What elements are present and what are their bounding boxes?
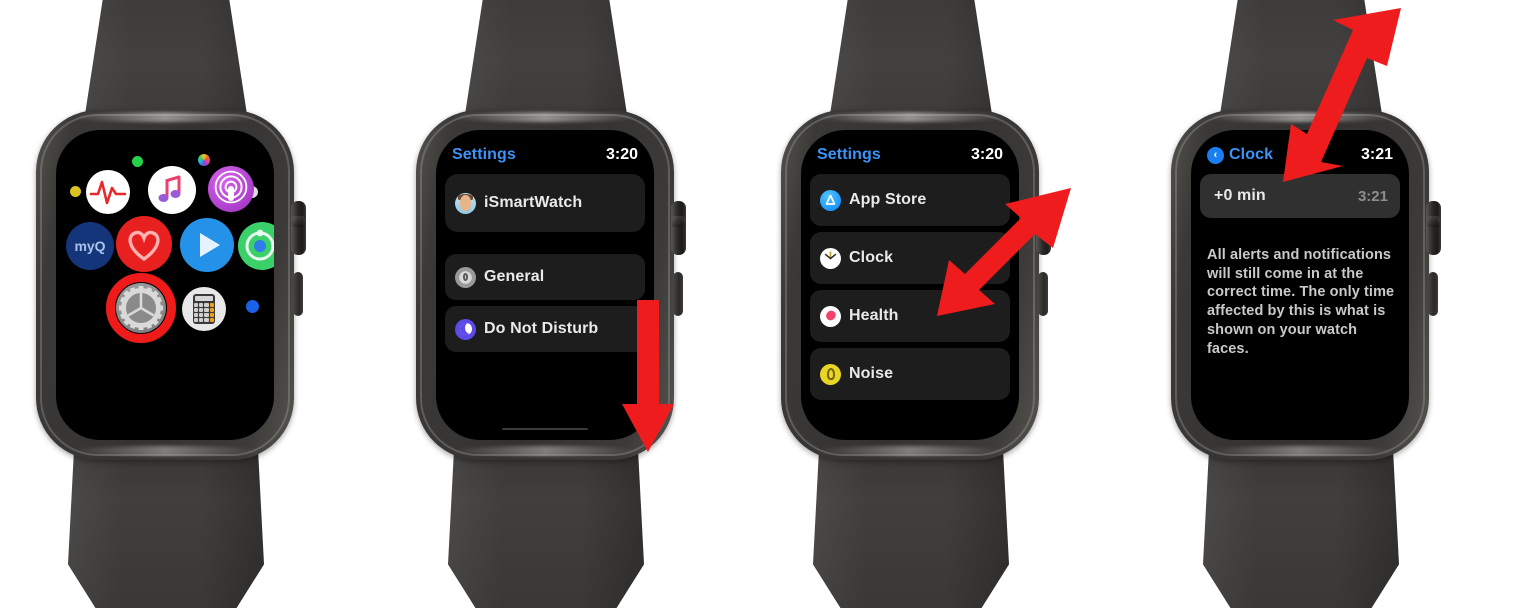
list-item-clock[interactable]: Clock [810,232,1010,284]
digital-crown-groove [672,216,685,227]
watch-screen: Settings 3:20 App Store Clock Health Noi… [801,130,1019,440]
digital-crown[interactable] [1036,201,1051,255]
watch-band-bottom-shading [1203,452,1399,608]
page-title-label: Clock [1229,146,1274,163]
digital-crown-groove [1427,216,1440,227]
tutorial-screenshot: myQ Settings 3:20 iSmartWatch General Do… [0,0,1536,608]
page-title: Settings [452,146,516,163]
status-bar: Settings 3:20 [801,144,1019,166]
watch-case-bottom-highlight [815,446,1005,456]
digital-crown-groove [1037,216,1050,227]
find-people-app-icon[interactable] [238,222,274,270]
watch-case-bottom-highlight [70,446,260,456]
calculator-body [192,294,216,324]
list-item-label: Clock [849,249,894,266]
list-item-health[interactable]: Health [810,290,1010,342]
status-clock: 3:20 [605,146,638,163]
side-button[interactable] [1038,272,1048,316]
watch-band-bottom-shading [68,452,264,608]
watch-case-top-highlight [1205,112,1395,122]
do-not-disturb-icon [455,318,476,340]
list-item-label: Health [849,307,899,324]
watch-clock-settings: ‹ Clock 3:21 +0 min 3:21 All alerts and … [1135,0,1465,608]
app-grid: myQ [56,130,274,440]
back-chevron-icon[interactable]: ‹ [1207,146,1224,164]
ecg-app-icon[interactable] [86,170,130,214]
watch-band-bottom-shading [813,452,1009,608]
reminders-app-icon[interactable] [70,186,81,197]
health-icon [820,305,841,327]
side-button[interactable] [293,272,303,316]
myq-app-icon[interactable]: myQ [66,222,114,270]
svg-text:myQ: myQ [74,238,105,254]
side-button[interactable] [1428,272,1438,316]
music-app-icon[interactable] [148,166,196,214]
digital-crown[interactable] [291,201,306,255]
general-gear-icon [455,266,476,288]
watch-settings-list-2: Settings 3:20 App Store Clock Health Noi… [745,0,1075,608]
digital-crown[interactable] [1426,201,1441,255]
list-item-general[interactable]: General [445,254,645,300]
calculator-display [194,296,214,302]
list-item-value: 3:21 [1357,187,1388,205]
side-button[interactable] [673,272,683,316]
settings-list: iSmartWatch General Do Not Disturb [445,174,645,440]
watch-home-screen: myQ [0,0,330,608]
clock-icon [820,247,841,269]
status-bar: ‹ Clock 3:21 [1191,144,1409,166]
list-item-label: iSmartWatch [484,194,583,211]
digital-crown-groove [292,216,305,227]
now-playing-app-icon[interactable] [180,218,234,272]
list-item-time-offset[interactable]: +0 min 3:21 [1200,174,1400,218]
photos-app-icon[interactable] [198,154,210,166]
list-item-ismartwatch[interactable]: iSmartWatch [445,174,645,232]
digital-crown[interactable] [671,201,686,255]
podcasts-app-icon[interactable] [208,166,254,212]
heart-rate-app-icon[interactable] [116,216,172,272]
list-item-label: Do Not Disturb [484,320,599,337]
settings-app-icon[interactable] [116,283,166,333]
watch-settings-list-1: Settings 3:20 iSmartWatch General Do Not… [380,0,710,608]
status-bar: Settings 3:20 [436,144,654,166]
noise-icon [820,363,841,385]
description-text: All alerts and notifications will still … [1207,247,1395,357]
page-title: ‹ Clock [1207,146,1273,164]
watch-case-top-highlight [70,112,260,122]
watch-screen: Settings 3:20 iSmartWatch General Do Not… [436,130,654,440]
page-title: Settings [817,146,881,163]
watch-band-bottom-shading [448,452,644,608]
watch-case-bottom-highlight [1205,446,1395,456]
list-item-label: Noise [849,365,894,382]
status-clock: 3:20 [970,146,1003,163]
list-item-do-not-disturb[interactable]: Do Not Disturb [445,306,645,352]
calculator-keys [194,303,214,322]
podcasts-small-dot-icon[interactable] [246,300,259,313]
settings-list: App Store Clock Health Noise [810,174,1010,440]
avatar-icon [455,192,476,214]
list-item-noise[interactable]: Noise [810,348,1010,400]
watch-screen: ‹ Clock 3:21 +0 min 3:21 All alerts and … [1191,130,1409,440]
watch-case-bottom-highlight [450,446,640,456]
watch-case-top-highlight [815,112,1005,122]
app-store-icon [820,189,841,211]
status-clock: 3:21 [1360,146,1393,163]
photos-dot-icon[interactable] [132,156,143,167]
list-item-label: General [484,268,545,285]
list-item-label: App Store [849,191,927,208]
list-item-label: +0 min [1214,187,1266,204]
home-indicator [502,428,588,430]
list-item-app-store[interactable]: App Store [810,174,1010,226]
watch-case-top-highlight [450,112,640,122]
calculator-app-icon[interactable] [182,287,226,331]
watch-screen: myQ [56,130,274,440]
